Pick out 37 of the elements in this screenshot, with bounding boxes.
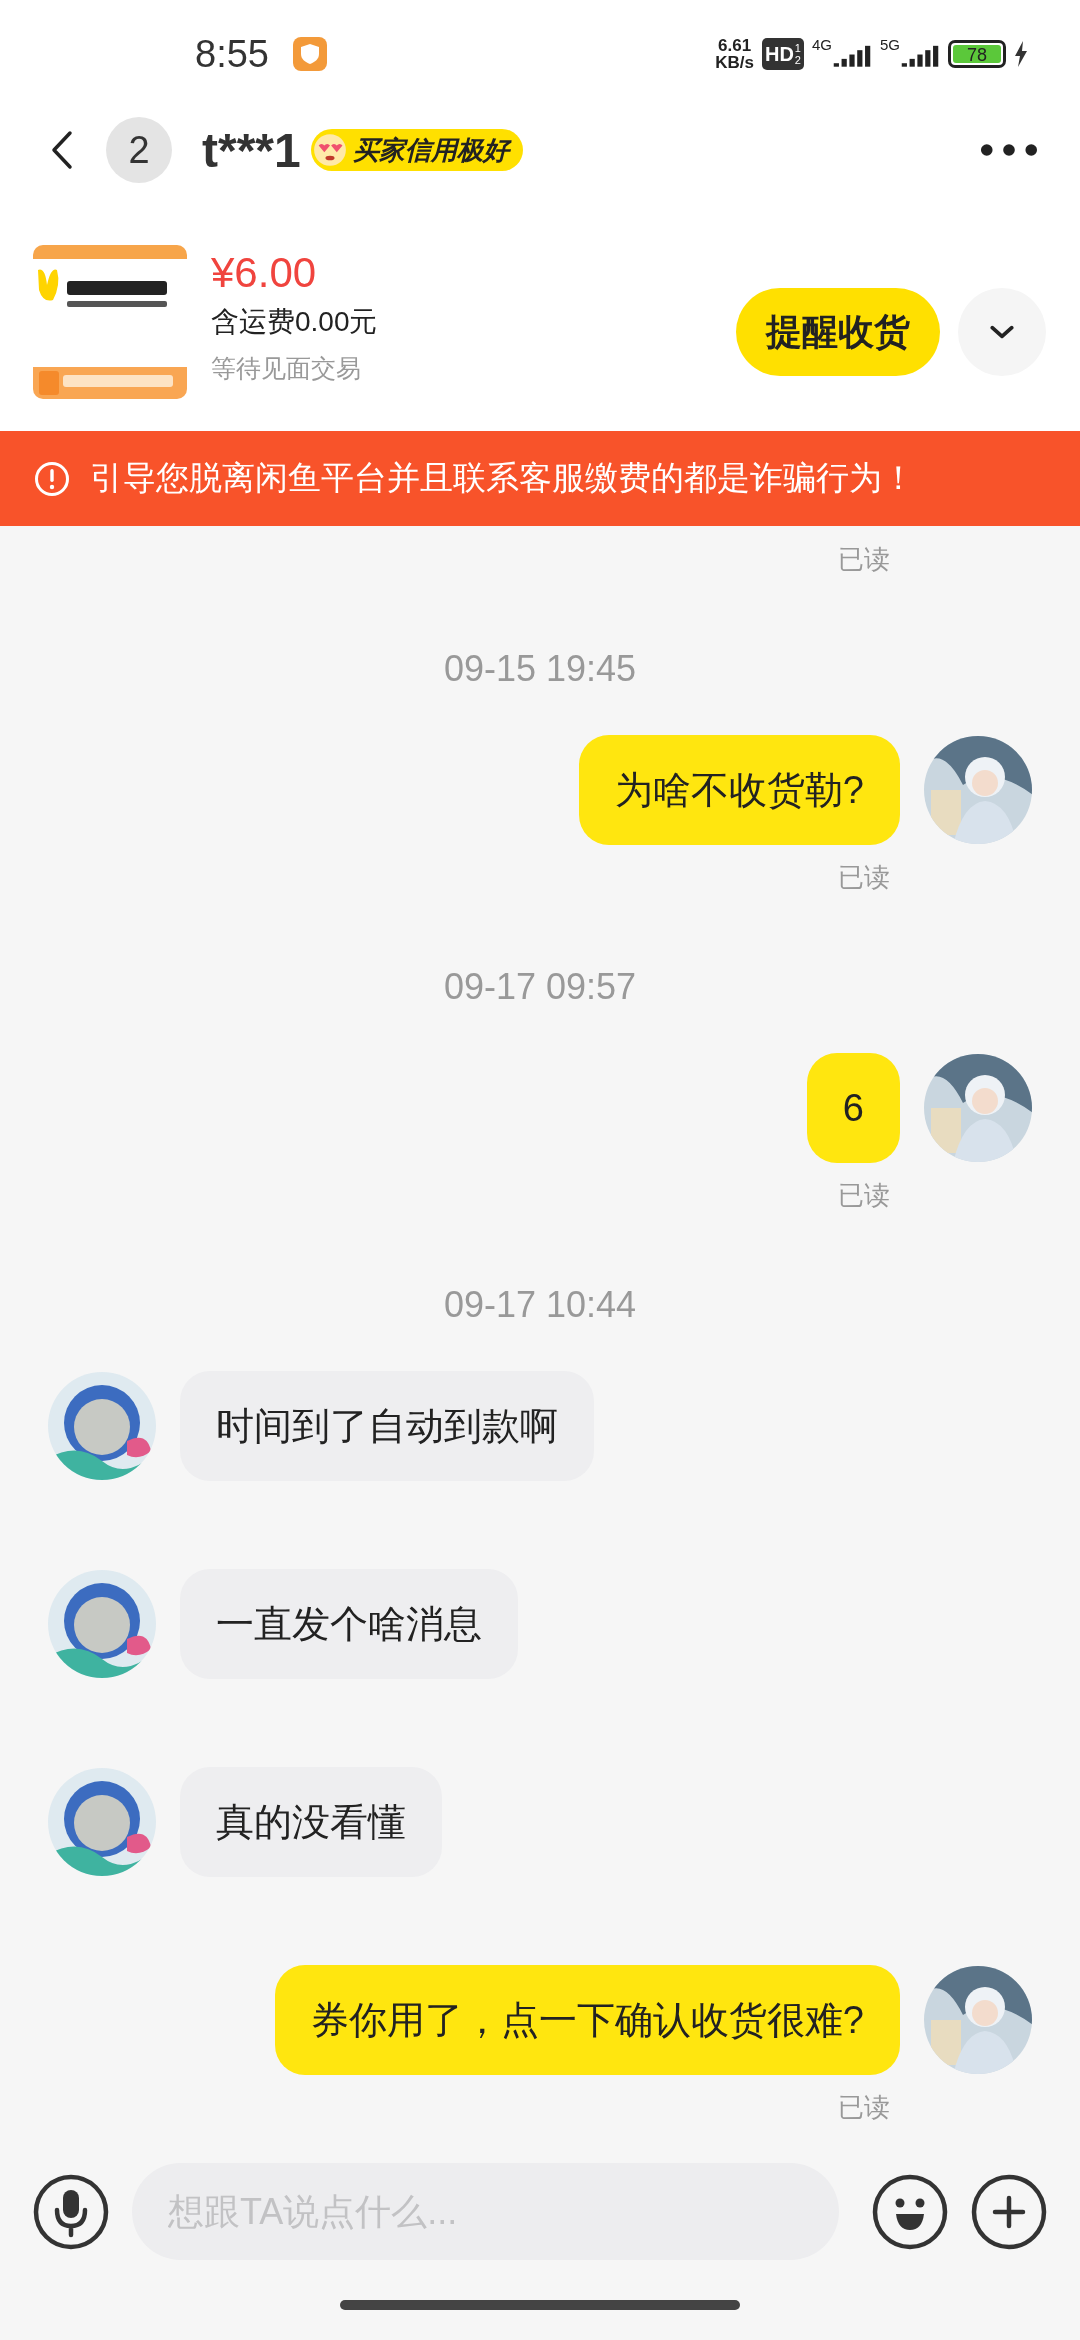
clock-time: 8:55: [195, 32, 269, 76]
read-receipt: 已读: [838, 1179, 890, 1212]
warning-text: 引导您脱离闲鱼平台并且联系客服缴费的都是诈骗行为！: [90, 458, 915, 498]
shipping-fee: 含运费0.00元: [211, 305, 378, 339]
unread-count-badge: 2: [106, 117, 172, 183]
contact-name: t***1: [202, 122, 301, 178]
network-label: 5G: [880, 37, 900, 52]
add-icon[interactable]: [971, 2173, 1047, 2250]
emoji-icon[interactable]: [872, 2173, 948, 2250]
battery-icon: 78: [948, 40, 1006, 68]
message-bubble: 真的没看懂: [180, 1767, 442, 1877]
speed-value: 6.61: [718, 37, 752, 54]
message-bubble: 券你用了，点一下确认收货很难?: [274, 1965, 900, 2075]
speed-unit: KB/s: [715, 54, 754, 71]
message-bubble: 一直发个啥消息: [180, 1569, 518, 1679]
read-receipt: 已读: [838, 861, 890, 894]
chevron-down-icon: [989, 324, 1015, 340]
message-bubble: 6: [806, 1053, 900, 1163]
price: ¥6.00: [211, 248, 318, 298]
order-status: 等待见面交易: [211, 353, 362, 384]
shield-icon: [292, 37, 327, 71]
charging-icon: [1014, 41, 1028, 67]
warning-icon: [34, 460, 70, 497]
credit-badge: 买家信用极好: [310, 129, 523, 171]
heart-eyes-emoji-icon: [312, 133, 347, 167]
remind-receipt-button[interactable]: 提醒收货: [736, 288, 940, 376]
timestamp: 09-17 10:44: [443, 1283, 637, 1327]
timestamp: 09-17 09:57: [443, 965, 637, 1009]
back-icon[interactable]: [50, 129, 74, 171]
microphone-icon[interactable]: [33, 2173, 109, 2250]
read-receipt: 已读: [838, 543, 890, 576]
message-bubble: 为啥不收货勒?: [578, 735, 900, 845]
more-icon[interactable]: [980, 143, 1038, 157]
read-receipt: 已读: [838, 2091, 890, 2124]
network-label: 4G: [811, 37, 832, 52]
message-bubble: 时间到了自动到款啊: [180, 1371, 594, 1481]
timestamp: 09-15 19:45: [443, 647, 637, 691]
